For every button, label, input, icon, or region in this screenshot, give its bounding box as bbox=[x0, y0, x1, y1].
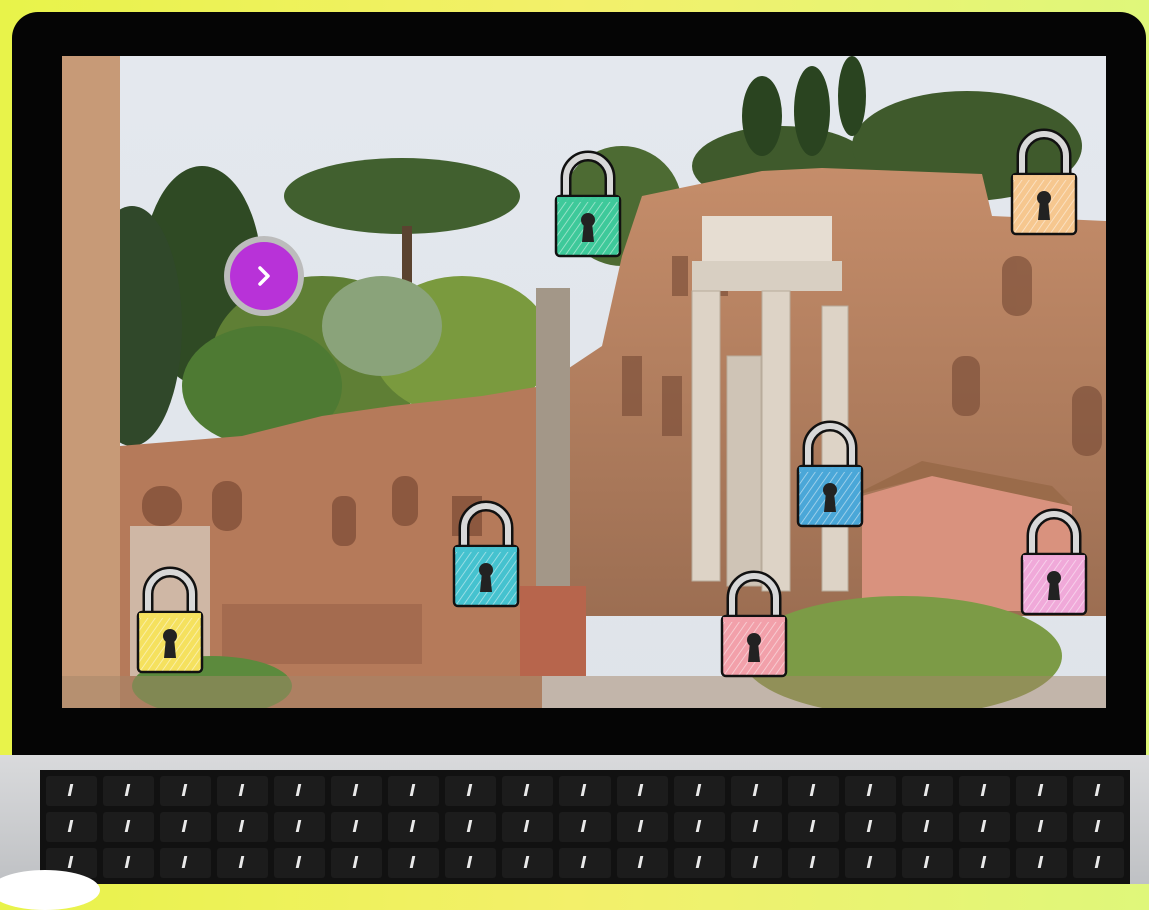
keyboard-key bbox=[673, 812, 725, 842]
chevron-right-icon bbox=[258, 266, 270, 286]
keyboard-key bbox=[274, 848, 326, 878]
keyboard-key bbox=[445, 776, 497, 806]
keyboard-key bbox=[673, 848, 725, 878]
lock-orange[interactable] bbox=[1008, 126, 1080, 238]
keyboard-key bbox=[274, 812, 326, 842]
padlock-icon bbox=[136, 566, 204, 674]
keyboard-key bbox=[844, 776, 896, 806]
keyboard-key bbox=[730, 812, 782, 842]
keyboard-key bbox=[217, 812, 269, 842]
keyboard-key bbox=[502, 776, 554, 806]
keyboard-key bbox=[559, 848, 611, 878]
keyboard-key bbox=[1015, 812, 1067, 842]
keyboard-key bbox=[331, 776, 383, 806]
padlock-icon bbox=[452, 500, 520, 608]
padlock-icon bbox=[796, 420, 864, 528]
keyboard-key bbox=[445, 848, 497, 878]
keyboard-key bbox=[331, 812, 383, 842]
keyboard-key bbox=[160, 848, 212, 878]
keyboard-key bbox=[103, 848, 155, 878]
padlock-icon bbox=[1010, 128, 1078, 236]
keyboard-key bbox=[616, 812, 668, 842]
keyboard-key bbox=[844, 848, 896, 878]
keyboard-key bbox=[616, 776, 668, 806]
keyboard-key bbox=[388, 776, 440, 806]
lock-yellow[interactable] bbox=[134, 564, 206, 676]
keyboard-key bbox=[217, 776, 269, 806]
keyboard-key bbox=[787, 812, 839, 842]
keyboard-key bbox=[445, 812, 497, 842]
keyboard-key bbox=[160, 776, 212, 806]
keyboard-key bbox=[1072, 776, 1124, 806]
keyboard-key bbox=[46, 776, 98, 806]
keyboard-key bbox=[673, 776, 725, 806]
keyboard-key bbox=[958, 776, 1010, 806]
keyboard-key bbox=[1072, 812, 1124, 842]
keyboard-key bbox=[616, 848, 668, 878]
lock-teal[interactable] bbox=[450, 498, 522, 610]
keyboard-key bbox=[1015, 776, 1067, 806]
keyboard-key bbox=[160, 812, 212, 842]
keyboard-key bbox=[958, 812, 1010, 842]
keyboard-key bbox=[901, 812, 953, 842]
keyboard-key bbox=[103, 776, 155, 806]
corner-decoration bbox=[0, 870, 100, 910]
keyboard-key bbox=[901, 776, 953, 806]
keyboard-key bbox=[844, 812, 896, 842]
keyboard-key bbox=[103, 812, 155, 842]
keyboard-key bbox=[1015, 848, 1067, 878]
keyboard-key bbox=[274, 776, 326, 806]
keyboard-key bbox=[730, 776, 782, 806]
keyboard-key bbox=[901, 848, 953, 878]
padlock-icon bbox=[720, 570, 788, 678]
keyboard-key bbox=[1072, 848, 1124, 878]
next-button[interactable] bbox=[224, 236, 304, 316]
lock-green[interactable] bbox=[552, 148, 624, 260]
keyboard-key bbox=[787, 776, 839, 806]
padlock-icon bbox=[1020, 508, 1088, 616]
keyboard-key bbox=[730, 848, 782, 878]
keyboard-key bbox=[46, 812, 98, 842]
keyboard bbox=[40, 770, 1130, 884]
keyboard-key bbox=[559, 812, 611, 842]
lock-red[interactable] bbox=[718, 568, 790, 680]
keyboard-key bbox=[559, 776, 611, 806]
keyboard-key bbox=[787, 848, 839, 878]
game-screen bbox=[62, 56, 1106, 708]
keyboard-key bbox=[331, 848, 383, 878]
keyboard-key bbox=[388, 848, 440, 878]
keyboard-key bbox=[958, 848, 1010, 878]
keyboard-key bbox=[502, 848, 554, 878]
keyboard-key bbox=[217, 848, 269, 878]
lock-pink[interactable] bbox=[1018, 506, 1090, 618]
keyboard-key bbox=[388, 812, 440, 842]
lock-blue[interactable] bbox=[794, 418, 866, 530]
keyboard-key bbox=[502, 812, 554, 842]
padlock-icon bbox=[554, 150, 622, 258]
next-button-fill bbox=[230, 242, 298, 310]
